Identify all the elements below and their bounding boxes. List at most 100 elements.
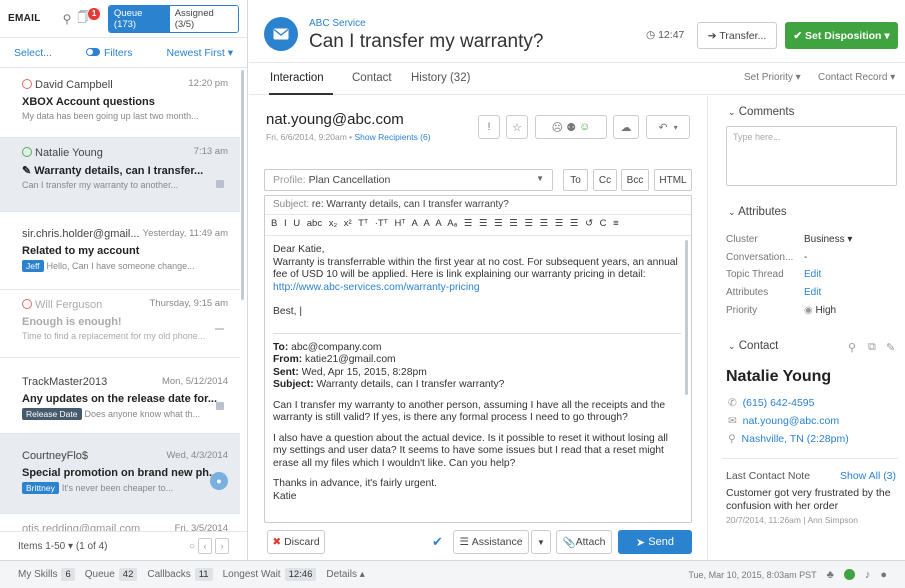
show-all-link[interactable]: Show All (3) (840, 470, 896, 482)
contact-label: Contact (738, 340, 779, 352)
attributes-section-header[interactable]: ⌄ Attributes (728, 206, 787, 218)
to-button[interactable]: To (563, 169, 588, 191)
attr-edit-link[interactable]: Edit (804, 287, 821, 298)
attach-button[interactable]: 📎 Attach (556, 530, 612, 554)
callbacks-label[interactable]: Callbacks (147, 569, 190, 580)
bcc-button[interactable]: Bcc (621, 169, 649, 191)
queue-tab[interactable]: Queue (173) (108, 5, 170, 32)
prev-page-button[interactable]: ‹ (198, 538, 212, 554)
queue-label[interactable]: Queue (85, 569, 115, 580)
item-subject: Enough is enough! (22, 316, 122, 328)
bell-icon[interactable]: ♣ (827, 569, 834, 581)
attr-edit-link[interactable]: Edit (804, 269, 821, 280)
select-dropdown[interactable]: Select... (14, 47, 52, 59)
last-contact-note: Customer got very frustrated by the conf… (726, 487, 891, 512)
star-icon[interactable]: ☆ (506, 115, 528, 139)
list-item-selected[interactable]: Natalie Young 7:13 am ✎ Warranty details,… (0, 138, 240, 212)
phone-value: (615) 642-4595 (742, 397, 815, 409)
assistance-dropdown[interactable]: ▼ (531, 530, 551, 554)
attr-key: Attributes (726, 287, 769, 298)
notification-badge: 1 (88, 7, 100, 20)
discard-button[interactable]: ✖ Discard (267, 530, 325, 554)
item-preview: Hello, Can I have someone change... (46, 261, 195, 271)
sort-dropdown[interactable]: Newest First ▾ (166, 47, 233, 59)
contact-section-header[interactable]: ⌄ Contact (728, 340, 778, 352)
quote-signature: Katie (273, 490, 297, 502)
assigned-tab[interactable]: Assigned (3/5) (169, 5, 238, 32)
chevron-down-icon: ▼ (536, 174, 544, 183)
item-time: Yesterday, 11:49 am (142, 228, 228, 239)
cloud-icon[interactable]: ☁ (613, 115, 639, 139)
spellcheck-icon[interactable]: ✔ (432, 534, 443, 550)
contact-phone[interactable]: ✆ (615) 642-4595 (728, 397, 814, 409)
send-button[interactable]: ➤ Send (618, 530, 692, 554)
item-time: Wed, 4/3/2014 (166, 450, 228, 461)
contact-location[interactable]: ⚲ Nashville, TN (2:28pm) (728, 433, 849, 445)
timer: ◷ 12:47 (646, 29, 684, 41)
channel-title: EMAIL (8, 13, 41, 24)
attr-value[interactable]: ◉ High (804, 305, 836, 316)
set-disposition-button[interactable]: ✔ Set Disposition ▾ (785, 22, 898, 49)
microphone-icon[interactable]: ● (880, 569, 887, 581)
search-icon[interactable]: ⚲ (848, 341, 856, 354)
tab-contact[interactable]: Contact (352, 72, 392, 84)
editor-scrollbar[interactable] (685, 240, 688, 395)
profile-select[interactable]: Profile: Plan Cancellation ▼ (264, 169, 553, 191)
filters-toggle[interactable]: Filters (85, 47, 133, 59)
items-per-page[interactable]: Items 1-50 ▾ (1 of 4) (18, 541, 108, 552)
show-recipients-link[interactable]: Show Recipients (6) (355, 132, 431, 142)
exclamation-icon[interactable]: ! (478, 115, 500, 139)
queue-toggle[interactable]: Queue (173) Assigned (3/5) (107, 4, 239, 33)
online-status-icon[interactable] (843, 569, 855, 580)
set-priority-dropdown[interactable]: Set Priority ▾ (744, 72, 801, 83)
cc-button[interactable]: Cc (593, 169, 617, 191)
page-title: Can I transfer my warranty? (309, 31, 544, 52)
list-header: EMAIL ⚲ 🗍 1 Queue (173) Assigned (3/5) (0, 0, 247, 38)
list-item[interactable]: CourtneyFlo$ Wed, 4/3/2014 Special promot… (0, 434, 240, 514)
attr-key: Cluster (726, 234, 758, 245)
attributes-label: Attributes (738, 206, 787, 218)
pricing-link[interactable]: http://www.abc-services.com/warranty-pri… (273, 282, 480, 293)
comments-section-header[interactable]: ⌄ Comments (728, 106, 794, 118)
attr-value[interactable]: Business ▾ (804, 234, 852, 245)
quote-paragraph: Can I transfer my warranty to another pe… (273, 399, 666, 424)
next-page-button[interactable]: › (215, 538, 229, 554)
list-item[interactable]: TrackMaster2013 Mon, 5/12/2014 Any update… (0, 358, 240, 434)
email-body[interactable]: Dear Katie, Warranty is transferrable wi… (265, 236, 691, 503)
comments-input[interactable]: Type here... (726, 126, 897, 186)
close-icon: ✖ (272, 536, 285, 548)
item-subject: XBOX Account questions (22, 96, 155, 108)
profile-label: Profile: (273, 174, 306, 186)
reply-button[interactable]: ↶ ▾ (646, 115, 690, 139)
tab-history[interactable]: History (32) (411, 72, 470, 84)
my-skills-label[interactable]: My Skills (18, 569, 57, 580)
pencil-icon[interactable]: ✎ (886, 341, 895, 354)
notification-icon[interactable]: 🗍 (77, 9, 88, 28)
list-item[interactable]: David Campbell 12:20 pm XBOX Account ques… (0, 70, 240, 138)
reply-icon: ↶ (658, 121, 668, 134)
email-meta: Fri, 6/6/2014, 9:20am • Show Recipients … (266, 132, 431, 142)
html-button[interactable]: HTML (654, 169, 692, 191)
list-item[interactable]: sir.chris.holder@gmail... Yesterday, 11:4… (0, 212, 240, 290)
sender-name: David Campbell (35, 79, 113, 91)
neutral-face-icon[interactable]: ⚉ (566, 121, 579, 134)
email-date: Fri, 6/6/2014, 9:20am • (266, 132, 353, 142)
sender-name: Will Ferguson (35, 299, 103, 311)
search-icon[interactable]: ⚲ (63, 12, 72, 26)
subject-field[interactable]: Subject: re: Warranty details, can I tra… (265, 196, 691, 215)
tab-interaction[interactable]: Interaction (270, 72, 324, 84)
happy-face-icon[interactable]: ☺ (579, 121, 590, 133)
list-item[interactable]: Will Ferguson Thursday, 9:15 am Enough is… (0, 290, 240, 358)
chevron-down-icon: ⌄ (728, 341, 736, 351)
formatting-toolbar[interactable]: B I U abc x₂ x² Tᵀ ·Tᵀ Hᵀ A A A Aₐ ☰ ☰ ☰… (265, 215, 691, 236)
attr-key: Topic Thread (726, 269, 784, 280)
external-link-icon[interactable]: ⧉ (868, 341, 876, 354)
transfer-button[interactable]: ➔ Transfer... (697, 22, 777, 49)
contact-record-dropdown[interactable]: Contact Record ▾ (818, 72, 895, 83)
list-scrollbar[interactable] (241, 70, 244, 300)
assistance-button[interactable]: ☰ Assistance (453, 530, 529, 554)
sad-face-icon[interactable]: ☹ (552, 121, 567, 134)
volume-icon[interactable]: ♪ (865, 569, 871, 581)
contact-email[interactable]: ✉ nat.young@abc.com (728, 415, 839, 427)
details-toggle[interactable]: Details ▴ (326, 569, 364, 580)
